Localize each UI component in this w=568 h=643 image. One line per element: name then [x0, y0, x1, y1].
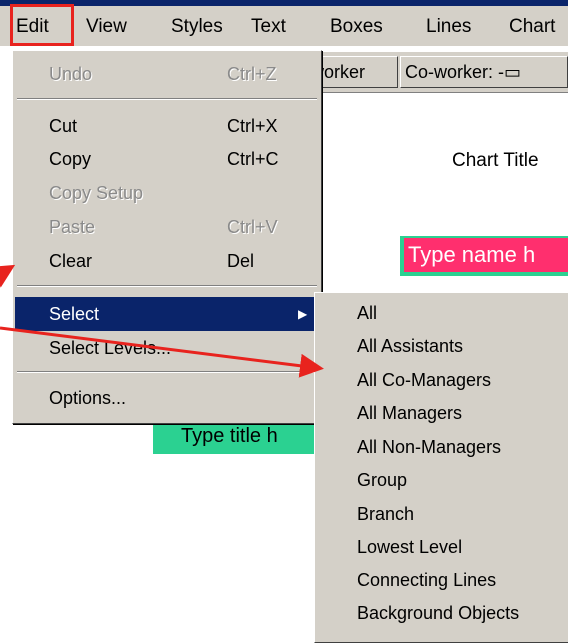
annotation-arrows	[0, 264, 324, 378]
annotation-arrow-submenu	[0, 326, 324, 378]
annotation-arrow-left	[0, 264, 16, 288]
